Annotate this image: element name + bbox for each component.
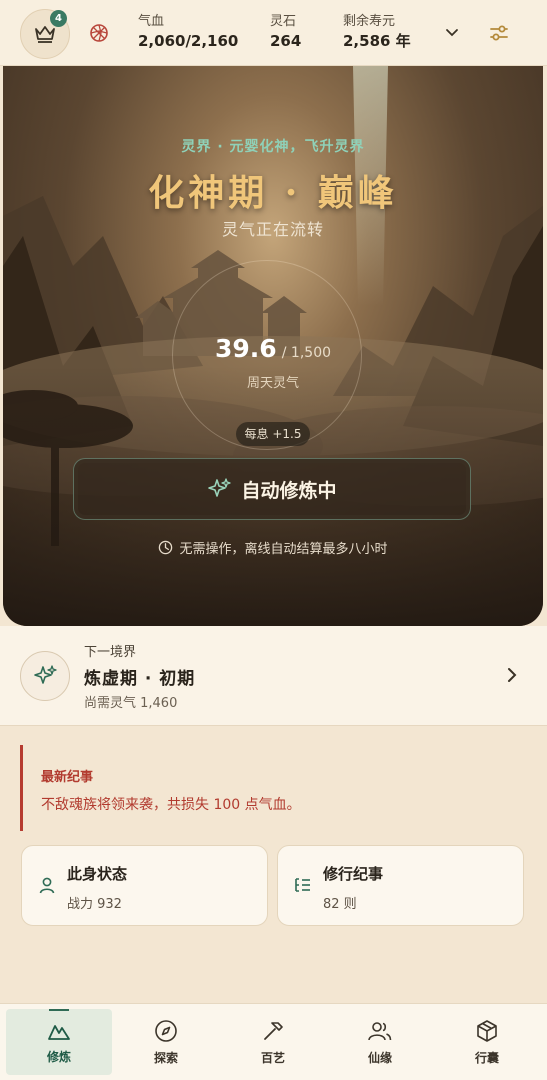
chronicle-card-title: 修行纪事	[323, 865, 384, 883]
hammer-icon	[264, 1021, 283, 1040]
stat-value: 264	[270, 32, 302, 50]
nav-tab-crafts[interactable]: 百艺	[220, 1009, 326, 1075]
stat-label: 气血	[138, 14, 165, 29]
status-card[interactable]: 此身状态 战力 932	[21, 845, 268, 926]
compass-icon	[155, 1019, 177, 1042]
stat-value: 2,586 年	[343, 32, 411, 50]
next-realm-requirement: 尚需灵气 1,460	[84, 696, 178, 711]
qi-total-value: / 1,500	[281, 345, 332, 361]
sparkles-icon	[34, 665, 57, 684]
offline-note: 无需操作，离线自动结算最多八小时	[3, 538, 543, 557]
qi-rate-badge: 每息 +1.5	[236, 422, 310, 446]
stat-label: 剩余寿元	[343, 14, 396, 29]
chevron-down-icon[interactable]	[444, 24, 460, 40]
crown-icon	[35, 26, 55, 43]
latest-chronicle: 最新纪事 不敌魂族将领来袭，共损失 100 点气血。	[20, 745, 525, 831]
top-status-bar: 4 气血 2,060/2,160 灵石 264 剩余寿元 2,586 年	[0, 0, 547, 66]
nav-tab-explore[interactable]: 探索	[113, 1009, 219, 1075]
qi-flow-status: 灵气正在流转	[221, 220, 324, 239]
nav-label: 探索	[153, 1050, 178, 1065]
status-card-sub: 战力 932	[67, 897, 122, 912]
nav-tab-fate[interactable]: 仙缘	[327, 1009, 433, 1075]
chronicle-title: 最新纪事	[41, 770, 94, 785]
stat-spirit-stones: 灵石 264	[270, 14, 301, 52]
sliders-icon[interactable]	[488, 22, 510, 44]
qi-counter: 39.6 / 1,500	[3, 334, 543, 363]
chevron-right-icon	[508, 668, 517, 682]
qi-label: 周天灵气	[246, 376, 299, 391]
nav-label: 百艺	[260, 1050, 285, 1065]
chronicle-text: 不敌魂族将领来袭，共损失 100 点气血。	[41, 797, 301, 813]
stat-value: 2,060/2,160	[138, 32, 239, 50]
current-realm-title: 化神期 · 巅峰	[148, 172, 398, 214]
chronicle-card-sub: 82 则	[323, 897, 357, 912]
next-realm-icon-wrap	[20, 651, 70, 701]
bottom-navigation: 修炼 探索 百艺 仙缘 行囊	[0, 1003, 547, 1080]
nav-tab-cultivate[interactable]: 修炼	[6, 1009, 112, 1075]
nav-label: 仙缘	[367, 1050, 392, 1065]
cultivation-panel: 灵界 · 元婴化神，飞升灵界 化神期 · 巅峰 灵气正在流转 39.6 / 1,…	[3, 66, 543, 626]
notification-badge: 4	[50, 10, 67, 27]
next-realm-name: 炼虚期 · 初期	[84, 669, 196, 689]
realm-subtitle: 灵界 · 元婴化神，飞升灵界	[181, 139, 365, 155]
stat-hp: 气血 2,060/2,160	[138, 14, 238, 52]
vitality-icon	[90, 24, 108, 42]
next-realm-label: 下一境界	[84, 645, 137, 660]
qi-current-value: 39.6	[214, 334, 277, 363]
offline-note-text: 无需操作，离线自动结算最多八小时	[179, 542, 388, 557]
auto-cultivate-label: 自动修炼中	[241, 479, 337, 502]
nav-tab-bag[interactable]: 行囊	[434, 1009, 540, 1075]
list-icon	[295, 878, 310, 892]
users-icon	[368, 1021, 392, 1040]
stat-lifespan: 剩余寿元 2,586 年	[343, 14, 411, 52]
sparkles-icon	[208, 478, 232, 497]
rank-button[interactable]: 4	[20, 9, 70, 59]
stat-label: 灵石	[270, 14, 297, 29]
next-realm-row[interactable]: 下一境界 炼虚期 · 初期 尚需灵气 1,460	[0, 626, 547, 726]
nav-label: 行囊	[474, 1050, 499, 1065]
chronicle-card[interactable]: 修行纪事 82 则	[277, 845, 524, 926]
user-icon	[39, 877, 55, 894]
status-card-title: 此身状态	[67, 865, 128, 883]
clock-icon	[159, 540, 173, 555]
nav-label: 修炼	[46, 1049, 71, 1064]
mountain-icon	[48, 1024, 70, 1040]
auto-cultivate-button[interactable]: 自动修炼中	[73, 458, 471, 520]
box-icon	[477, 1019, 497, 1042]
